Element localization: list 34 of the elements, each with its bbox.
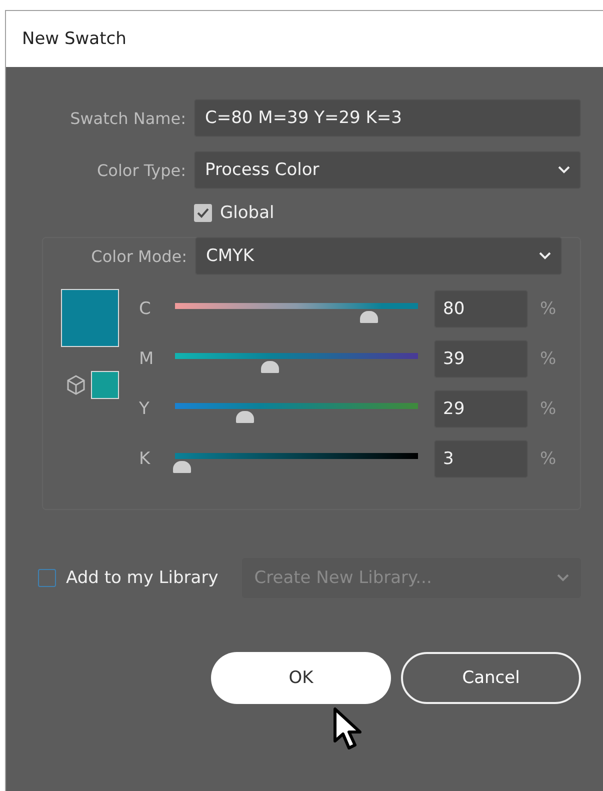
channel-value-field[interactable]: 3 bbox=[434, 440, 528, 478]
swatch-name-field[interactable]: C=80 M=39 Y=29 K=3 bbox=[194, 99, 581, 137]
swatch-name-label: Swatch Name: bbox=[69, 108, 186, 128]
library-checkbox[interactable] bbox=[38, 569, 56, 587]
color-mode-dropdown[interactable]: CMYK bbox=[195, 237, 562, 275]
channel-value-field[interactable]: 39 bbox=[434, 340, 528, 378]
channel-value-field[interactable]: 29 bbox=[434, 390, 528, 428]
slider-thumb[interactable] bbox=[236, 411, 254, 423]
channel-value-field[interactable]: 80 bbox=[434, 290, 528, 328]
color-mode-label: Color Mode: bbox=[90, 246, 187, 266]
cancel-button[interactable]: Cancel bbox=[401, 652, 581, 704]
cube-icon bbox=[65, 374, 87, 396]
percent-label: % bbox=[540, 349, 556, 369]
chevron-icon bbox=[558, 166, 570, 174]
global-label: Global bbox=[220, 203, 274, 223]
chevron-icon bbox=[557, 574, 569, 582]
channel-label: C bbox=[139, 299, 152, 319]
window-title: New Swatch bbox=[22, 29, 126, 49]
slider-thumb[interactable] bbox=[260, 361, 279, 373]
global-checkbox[interactable] bbox=[194, 204, 212, 222]
percent-label: % bbox=[540, 449, 556, 469]
percent-label: % bbox=[540, 299, 556, 319]
chevron-icon bbox=[539, 252, 551, 260]
color-type-dropdown[interactable]: Process Color bbox=[194, 151, 581, 189]
percent-label: % bbox=[540, 399, 556, 419]
library-label: Add to my Library bbox=[66, 568, 218, 588]
gamut-swatch[interactable] bbox=[91, 371, 119, 399]
ok-button[interactable]: OK bbox=[211, 652, 391, 704]
slider-thumb[interactable] bbox=[360, 311, 378, 323]
color-type-label: Color Type: bbox=[96, 160, 186, 180]
channel-label: K bbox=[139, 449, 152, 469]
slider-thumb[interactable] bbox=[173, 461, 192, 473]
channel-label: M bbox=[139, 349, 155, 369]
channel-label: Y bbox=[139, 399, 150, 419]
